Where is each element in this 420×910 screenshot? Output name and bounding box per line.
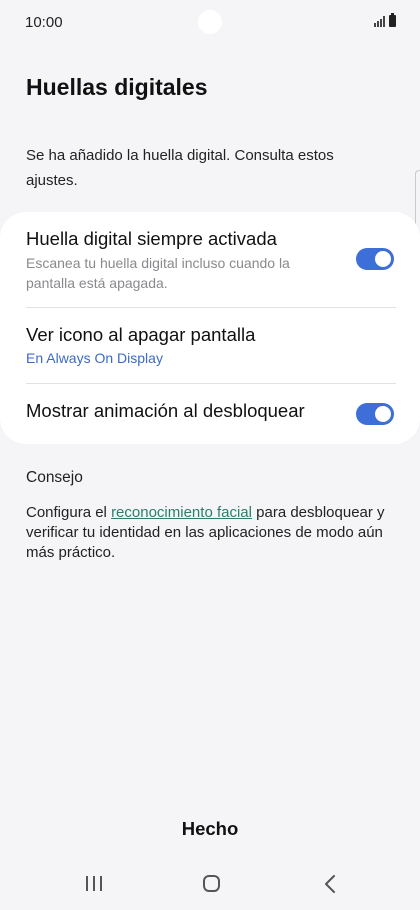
battery-icon bbox=[389, 13, 396, 27]
home-icon[interactable] bbox=[203, 875, 220, 892]
tip-text-before: Configura el bbox=[26, 504, 112, 521]
setting-subtitle: En Always On Display bbox=[26, 350, 163, 366]
fingerprint-always-on-toggle[interactable] bbox=[356, 248, 394, 270]
recent-apps-icon[interactable] bbox=[86, 876, 102, 891]
status-icons bbox=[374, 13, 396, 27]
setting-description: Escanea tu huella digital incluso cuando… bbox=[26, 255, 290, 291]
done-button[interactable]: Hecho bbox=[150, 818, 270, 846]
divider bbox=[26, 383, 396, 384]
settings-card: Huella digital siempre activada Escanea … bbox=[0, 212, 420, 444]
unlock-animation-toggle[interactable] bbox=[356, 403, 394, 425]
signal-icon bbox=[374, 16, 385, 27]
page-title: Huellas digitales bbox=[26, 74, 208, 100]
setting-unlock-animation[interactable]: Mostrar animación al desbloquear bbox=[26, 400, 396, 422]
setting-title: Huella digital siempre activada bbox=[26, 228, 277, 249]
setting-show-icon-screen-off[interactable]: Ver icono al apagar pantalla En Always O… bbox=[26, 324, 396, 366]
intro-text: Se ha añadido la huella digital. Consult… bbox=[26, 147, 334, 189]
status-bar: 10:00 bbox=[0, 0, 420, 44]
navigation-bar bbox=[0, 858, 420, 910]
setting-title: Ver icono al apagar pantalla bbox=[26, 324, 256, 345]
back-icon[interactable] bbox=[324, 875, 336, 893]
camera-cutout bbox=[198, 10, 222, 34]
divider bbox=[26, 307, 396, 308]
setting-fingerprint-always-on[interactable]: Huella digital siempre activada Escanea … bbox=[26, 228, 396, 293]
tip-body: Configura el reconocimiento facial para … bbox=[26, 503, 396, 563]
setting-title: Mostrar animación al desbloquear bbox=[26, 400, 305, 421]
status-time: 10:00 bbox=[25, 14, 63, 31]
face-recognition-link[interactable]: reconocimiento facial bbox=[111, 504, 252, 521]
tip-heading: Consejo bbox=[26, 469, 83, 486]
